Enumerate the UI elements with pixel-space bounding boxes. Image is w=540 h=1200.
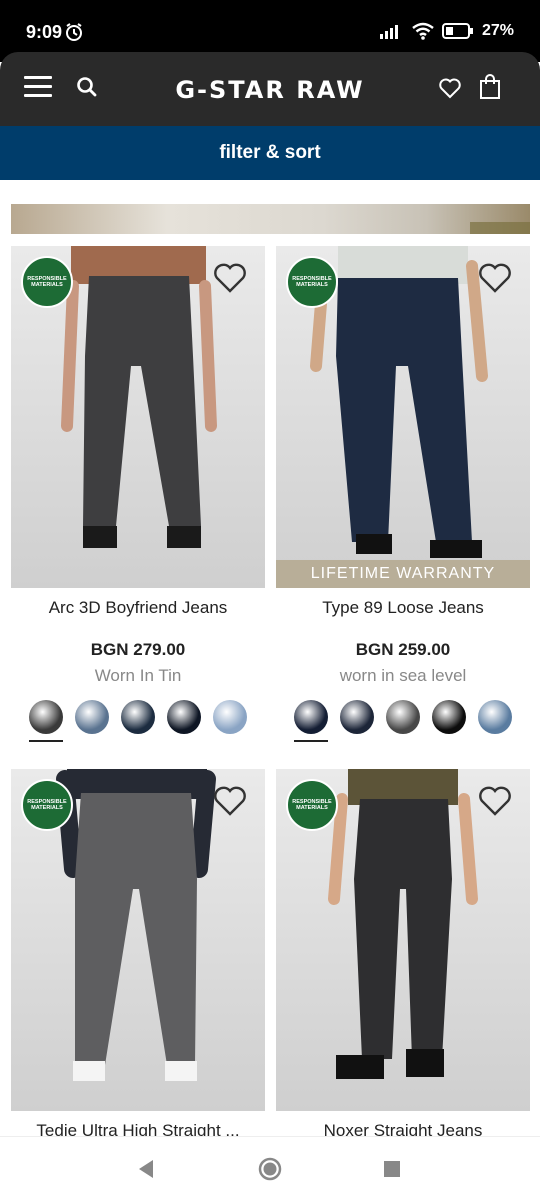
product-color-name: Worn In Tin <box>94 666 182 685</box>
responsible-materials-badge: RESPONSIBLE MATERIALS <box>286 256 338 308</box>
home-icon[interactable] <box>258 1157 282 1181</box>
product-card[interactable]: RESPONSIBLE MATERIALS Arc 3D Boyfriend J… <box>11 246 265 742</box>
responsible-materials-badge: RESPONSIBLE MATERIALS <box>286 779 338 831</box>
product-image[interactable]: RESPONSIBLE MATERIALS LIFETIME WARRANTY <box>276 246 530 588</box>
product-card[interactable]: RESPONSIBLE MATERIALS Noxer Straight Jea… <box>276 769 530 1141</box>
product-title[interactable]: Type 89 Loose Jeans <box>276 598 530 618</box>
status-icons: 27% <box>379 22 514 40</box>
color-swatches <box>276 700 530 742</box>
shopping-bag-icon[interactable] <box>478 74 502 100</box>
product-card[interactable]: RESPONSIBLE MATERIALS Tedie Ultra High S… <box>11 769 265 1141</box>
color-swatch[interactable] <box>167 700 201 734</box>
responsible-materials-badge: RESPONSIBLE MATERIALS <box>21 256 73 308</box>
color-swatch[interactable] <box>478 700 512 734</box>
battery-level: 27% <box>481 22 514 39</box>
wishlist-heart-icon[interactable] <box>213 262 247 294</box>
wishlist-icon[interactable] <box>438 76 462 100</box>
color-swatch[interactable] <box>340 700 374 734</box>
signal-icon <box>379 25 398 39</box>
color-swatch[interactable] <box>386 700 420 734</box>
wishlist-heart-icon[interactable] <box>478 262 512 294</box>
product-image[interactable]: RESPONSIBLE MATERIALS <box>11 769 265 1111</box>
back-icon[interactable] <box>137 1159 155 1179</box>
product-image[interactable]: RESPONSIBLE MATERIALS <box>11 246 265 588</box>
product-color-name: worn in sea level <box>339 666 467 685</box>
recent-apps-icon[interactable] <box>384 1161 400 1177</box>
color-swatch[interactable] <box>121 700 155 734</box>
banner-image <box>11 204 530 234</box>
filter-sort-button[interactable]: filter & sort <box>0 126 540 180</box>
color-swatch[interactable] <box>213 700 247 734</box>
site-header: G-STAR RAW <box>0 52 540 126</box>
product-price: BGN 279.00 <box>90 640 186 659</box>
color-swatches <box>11 700 265 742</box>
battery-icon <box>441 23 473 39</box>
status-time: 9:09 <box>26 22 63 42</box>
product-price: BGN 259.00 <box>355 640 451 659</box>
alarm-icon <box>64 22 84 47</box>
product-image[interactable]: RESPONSIBLE MATERIALS <box>276 769 530 1111</box>
color-swatch[interactable] <box>432 700 466 734</box>
color-swatch[interactable] <box>29 700 63 742</box>
lifetime-warranty-label: LIFETIME WARRANTY <box>276 560 530 588</box>
responsible-materials-badge: RESPONSIBLE MATERIALS <box>21 779 73 831</box>
color-swatch[interactable] <box>294 700 328 742</box>
color-swatch[interactable] <box>75 700 109 734</box>
wifi-icon <box>412 22 434 40</box>
product-title[interactable]: Arc 3D Boyfriend Jeans <box>11 598 265 618</box>
product-card[interactable]: RESPONSIBLE MATERIALS LIFETIME WARRANTY … <box>276 246 530 742</box>
wishlist-heart-icon[interactable] <box>213 785 247 817</box>
wishlist-heart-icon[interactable] <box>478 785 512 817</box>
system-nav-bar <box>0 1136 540 1200</box>
